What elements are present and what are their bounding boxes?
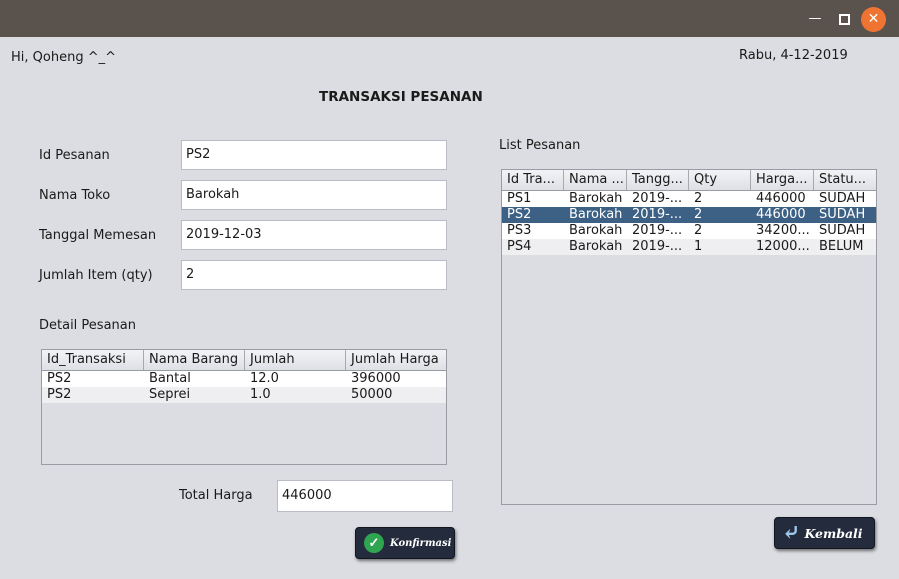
table-row[interactable]: PS4 Barokah 2019-... 1 12000... BELUM	[502, 239, 876, 255]
table-cell: Seprei	[149, 387, 191, 402]
id-pesanan-field[interactable]: PS2	[181, 140, 447, 170]
detail-pesanan-label: Detail Pesanan	[39, 318, 136, 333]
table-cell: SUDAH	[819, 191, 866, 206]
konfirmasi-label: Konfirmasi	[390, 537, 452, 549]
list-col-qty[interactable]: Qty	[689, 170, 751, 190]
list-col-tanggal[interactable]: Tangg...	[627, 170, 689, 190]
table-cell: 2019-...	[632, 239, 683, 254]
table-cell: 12.0	[250, 371, 279, 386]
table-cell: 50000	[351, 387, 393, 402]
table-cell: PS3	[507, 223, 532, 238]
table-cell: 446000	[756, 191, 806, 206]
maximize-icon[interactable]	[835, 10, 853, 28]
list-col-status[interactable]: Statu...	[814, 170, 876, 190]
list-table[interactable]: Id Tra... Nama ... Tangg... Qty Harga...…	[501, 169, 877, 505]
detail-col-harga[interactable]: Jumlah Harga	[346, 350, 446, 370]
table-row[interactable]: PS2 Seprei 1.0 50000	[42, 387, 446, 403]
list-table-header: Id Tra... Nama ... Tangg... Qty Harga...…	[502, 170, 876, 191]
table-cell: 2	[694, 191, 703, 206]
konfirmasi-button[interactable]: ✓ Konfirmasi	[355, 527, 455, 559]
id-pesanan-label: Id Pesanan	[39, 148, 110, 163]
table-cell: 12000...	[756, 239, 810, 254]
table-cell: 2	[694, 223, 703, 238]
table-cell: Bantal	[149, 371, 191, 386]
table-cell: BELUM	[819, 239, 864, 254]
back-arrow-icon: ⤶	[782, 520, 801, 546]
table-cell: Barokah	[569, 223, 623, 238]
nama-toko-field[interactable]: Barokah	[181, 180, 447, 210]
table-row-selected[interactable]: PS2 Barokah 2019-... 2 446000 SUDAH	[502, 207, 876, 223]
table-cell: Barokah	[569, 191, 623, 206]
greeting-text: Hi, Qoheng ^_^	[11, 50, 116, 65]
table-cell: 396000	[351, 371, 401, 386]
table-cell: PS2	[507, 207, 532, 222]
minimize-icon[interactable]: —	[806, 10, 824, 28]
page-title: TRANSAKSI PESANAN	[319, 89, 483, 105]
total-harga-label: Total Harga	[179, 488, 253, 503]
table-cell: PS4	[507, 239, 532, 254]
detail-col-id[interactable]: Id_Transaksi	[42, 350, 144, 370]
list-col-nama[interactable]: Nama ...	[564, 170, 627, 190]
table-cell: PS2	[47, 387, 72, 402]
table-cell: PS2	[47, 371, 72, 386]
detail-table-header: Id_Transaksi Nama Barang Jumlah Jumlah H…	[42, 350, 446, 371]
qty-field[interactable]: 2	[181, 260, 447, 290]
table-cell: 2	[694, 207, 703, 222]
table-cell: PS1	[507, 191, 532, 206]
table-row[interactable]: PS1 Barokah 2019-... 2 446000 SUDAH	[502, 191, 876, 207]
kembali-button[interactable]: ⤶ Kembali	[774, 517, 875, 549]
list-col-harga[interactable]: Harga...	[751, 170, 814, 190]
tanggal-label: Tanggal Memesan	[39, 228, 157, 243]
table-cell: 1	[694, 239, 703, 254]
detail-table[interactable]: Id_Transaksi Nama Barang Jumlah Jumlah H…	[41, 349, 447, 465]
list-pesanan-label: List Pesanan	[499, 138, 581, 153]
total-harga-field[interactable]: 446000	[277, 480, 453, 512]
table-cell: SUDAH	[819, 207, 866, 222]
table-cell: 1.0	[250, 387, 271, 402]
detail-col-jumlah[interactable]: Jumlah	[245, 350, 346, 370]
title-bar: — ✕	[0, 0, 899, 37]
detail-col-barang[interactable]: Nama Barang	[144, 350, 245, 370]
table-cell: 2019-...	[632, 207, 683, 222]
close-icon[interactable]: ✕	[861, 7, 886, 32]
list-col-id[interactable]: Id Tra...	[502, 170, 564, 190]
date-text: Rabu, 4-12-2019	[739, 48, 848, 63]
table-cell: 2019-...	[632, 191, 683, 206]
table-row[interactable]: PS2 Bantal 12.0 396000	[42, 371, 446, 387]
check-icon: ✓	[364, 533, 384, 553]
table-cell: Barokah	[569, 239, 623, 254]
tanggal-field[interactable]: 2019-12-03	[181, 220, 447, 250]
table-cell: 2019-...	[632, 223, 683, 238]
nama-toko-label: Nama Toko	[39, 188, 111, 203]
table-row[interactable]: PS3 Barokah 2019-... 2 34200... SUDAH	[502, 223, 876, 239]
qty-label: Jumlah Item (qty)	[39, 268, 153, 283]
table-cell: SUDAH	[819, 223, 866, 238]
table-cell: 34200...	[756, 223, 810, 238]
table-cell: Barokah	[569, 207, 623, 222]
kembali-label: Kembali	[804, 525, 863, 541]
table-cell: 446000	[756, 207, 806, 222]
